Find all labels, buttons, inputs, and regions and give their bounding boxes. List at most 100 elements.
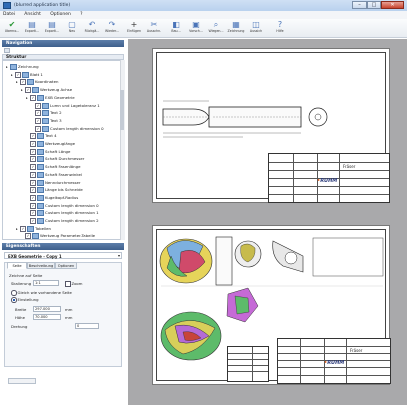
tree-item-label: Länge bis Schneide [45, 187, 83, 193]
tree-item[interactable]: ▸ ✓ Blatt 1 [11, 71, 43, 78]
checkbox-icon[interactable]: ✓ [30, 94, 36, 101]
checkbox-icon[interactable]: ✓ [35, 110, 41, 117]
menu-ansicht[interactable]: Ansicht [24, 11, 41, 19]
checkbox-icon[interactable]: ✓ [30, 210, 36, 217]
preview-button[interactable]: ▣ Vorsch... [186, 20, 206, 36]
menu-help[interactable]: ? [80, 11, 82, 19]
new-button[interactable]: ▢ Neu [62, 20, 82, 36]
help-button[interactable]: ? Hilfe [270, 20, 290, 36]
tree-item[interactable]: ✓ Schaft Fasenlänge [26, 163, 80, 171]
checkbox-icon[interactable]: ✓ [30, 164, 36, 171]
checkbox-icon[interactable]: ✓ [35, 117, 41, 124]
tree-item[interactable]: ✓ Custom length dimension 0 [31, 125, 104, 132]
item-icon [37, 218, 44, 224]
tree-item[interactable]: ✓ Custom length dimension 1 [26, 209, 99, 217]
drehung-input[interactable]: 0 [75, 323, 99, 329]
checkbox-icon[interactable]: ✓ [15, 71, 21, 78]
apply-button[interactable]: ✔ Überno... [2, 20, 22, 36]
breite-input[interactable]: 297.000 [33, 306, 61, 312]
maximize-button[interactable]: □ [367, 1, 381, 9]
option-same-page[interactable]: Gleich wie vorhandene Seite [11, 290, 72, 296]
properties-selector[interactable]: EXB Geometrie - Copy 1 ▾ [4, 252, 122, 259]
app-icon [3, 2, 11, 9]
checkbox-icon[interactable]: ✓ [30, 148, 36, 155]
view-icon: ◫ [252, 20, 260, 29]
checkbox-icon[interactable]: ✓ [35, 125, 41, 132]
item-icon [37, 156, 44, 163]
tree-item[interactable]: ▸ ✓ EXB Geometrie [26, 94, 75, 101]
part-button[interactable]: ◧ Bau... [166, 20, 186, 36]
option-einstellung[interactable]: Einstellung [11, 297, 39, 303]
tree-scrollbar[interactable] [120, 60, 125, 240]
checkbox-icon[interactable]: ✓ [20, 225, 26, 232]
checkbox-icon[interactable]: ✓ [20, 79, 26, 86]
drawing-sheet-2[interactable]: •RUHM Fräser [152, 225, 391, 385]
checkbox-icon[interactable]: ✓ [30, 202, 36, 209]
tree-item[interactable]: ✓ Custom length dimension 2 [26, 217, 99, 224]
tree-item[interactable]: ✓ Lumn und Lagetoleranz 1 [31, 102, 100, 109]
export-button-1[interactable]: ▤ Exporti... [22, 20, 42, 36]
tree-item[interactable]: ✓ Kugelkopf-Radius [26, 194, 78, 201]
checkbox-icon[interactable]: ✓ [30, 194, 36, 201]
tree-item[interactable]: ▸ ✓ Tabellen [16, 225, 51, 232]
export-button-2[interactable]: ▤ Exporti... [42, 20, 62, 36]
tree-item[interactable]: ▸ Zeichnung [6, 63, 39, 70]
checkbox-icon[interactable]: ✓ [30, 171, 36, 178]
item-icon [27, 225, 34, 232]
tab-optionen[interactable]: Optionen [55, 262, 77, 269]
checkbox-icon[interactable]: ✓ [25, 87, 31, 94]
tree-item[interactable]: ✓ Werkzeug Parameter-Tabelle [21, 232, 95, 239]
redo-button[interactable]: ↷ Wieder... [102, 20, 122, 36]
menu-optionen[interactable]: Optionen [50, 11, 71, 19]
drawing-sheet-1[interactable]: •RUHM Fräser [152, 48, 390, 203]
tree-item-label: Werkzeug Parameter-Tabelle [40, 233, 96, 239]
undo-button[interactable]: ↶ Rückgä... [82, 20, 102, 36]
hoehe-input[interactable]: 70.000 [33, 314, 61, 320]
part-icon: ◧ [172, 20, 180, 29]
zoom-checkbox[interactable]: Zoom [65, 281, 82, 287]
hoehe-label: Höhe [15, 315, 25, 320]
tree-item[interactable]: ▸ ✓ Werkzeug Achse [21, 86, 72, 94]
drawing-canvas[interactable]: •RUHM Fräser •RUHM Fräser [128, 39, 407, 405]
checkbox-icon[interactable]: ✓ [30, 218, 36, 224]
tree-item[interactable]: ✓ Text 2 [31, 109, 62, 117]
checkbox-icon[interactable]: ✓ [30, 187, 36, 194]
tree-item-label: Text 3 [50, 117, 62, 123]
menu-datei[interactable]: Datei [3, 11, 15, 19]
cut-button[interactable]: ✂ Ausschn. [144, 20, 164, 36]
tree-item[interactable]: ✓ Länge bis Schneide [26, 186, 83, 194]
tree-item[interactable]: ▸ ✓ Koordinaten [16, 78, 58, 86]
tree-item[interactable]: ✓ Nenndurchmesser [26, 179, 81, 186]
nav-toggle[interactable] [4, 48, 10, 53]
close-button[interactable]: ✕ [381, 1, 404, 9]
toolbar: ✔ Überno... ▤ Exporti... ▤ Exporti... ▢ Neu … [0, 19, 407, 38]
redo-icon: ↷ [108, 20, 116, 29]
tree-item-label: Custom length dimension 0 [50, 125, 104, 131]
tree-item[interactable]: ✓ Text 3 [31, 117, 62, 124]
item-icon [32, 87, 39, 94]
checkbox-icon[interactable]: ✓ [25, 233, 31, 239]
tree-item[interactable]: ✓ Werkzeuglänge [26, 140, 75, 147]
checkbox-icon[interactable]: ✓ [30, 141, 36, 147]
minimize-button[interactable]: – [352, 1, 367, 9]
insert-button[interactable]: + Einfügen [124, 20, 144, 36]
tree-item[interactable]: ✓ Schaft Durchmesser [26, 155, 84, 163]
checkbox-icon[interactable]: ✓ [30, 133, 36, 140]
chevron-down-icon: ▾ [117, 253, 120, 258]
tree-item[interactable]: ✓ Custom length dimension 0 [26, 202, 99, 209]
drawing-button[interactable]: ▦ Zeichnung [226, 20, 246, 36]
checkbox-icon[interactable]: ✓ [35, 102, 41, 109]
view-button[interactable]: ◫ Aussich [246, 20, 266, 36]
tree-item[interactable]: ✓ Text 4 [26, 132, 57, 140]
weigh-button[interactable]: ⌕ Wiegen... [206, 20, 226, 36]
tree-item[interactable]: ✓ Schaft Fasenwinkel [26, 171, 82, 178]
tree-item[interactable]: ✓ Schaft Länge [26, 148, 70, 155]
skalierung-input[interactable]: 1:1 [33, 280, 59, 286]
checkbox-icon[interactable]: ✓ [30, 179, 36, 186]
tree-scroll-thumb[interactable] [120, 90, 124, 130]
insert-icon: + [130, 20, 138, 29]
checkbox-icon[interactable]: ✓ [30, 156, 36, 163]
tab-beschreibung[interactable]: Beschreibung [27, 262, 55, 269]
tab-seite[interactable]: Seite [7, 262, 27, 269]
drehung-label: Drehung [11, 324, 28, 329]
